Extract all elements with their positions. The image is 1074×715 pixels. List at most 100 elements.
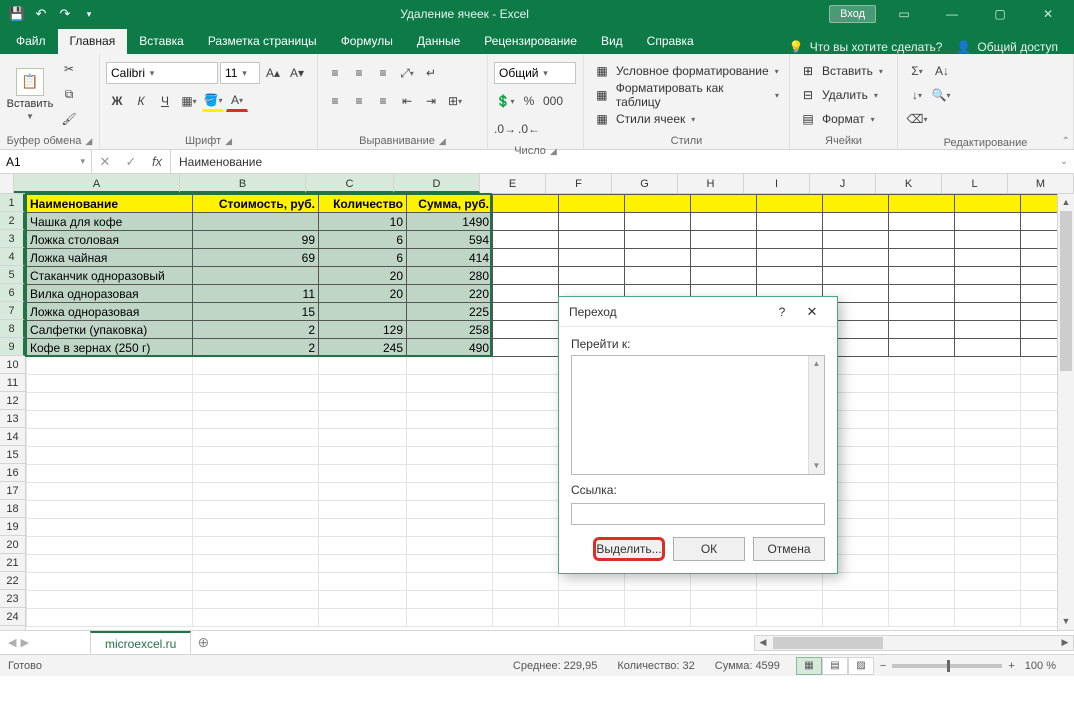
align-top-icon[interactable]: ≡ bbox=[324, 62, 346, 84]
expand-formula-bar-icon[interactable]: ⌄ bbox=[1054, 150, 1074, 173]
minimize-icon[interactable]: — bbox=[932, 0, 972, 28]
dialog-launcher-icon[interactable]: ◢ bbox=[550, 146, 557, 157]
find-icon[interactable]: 🔍▾ bbox=[930, 84, 952, 106]
cell[interactable] bbox=[493, 267, 559, 285]
cell[interactable] bbox=[319, 411, 407, 429]
row-header[interactable]: 2 bbox=[0, 212, 25, 230]
name-box[interactable]: A1▾ bbox=[0, 150, 92, 173]
column-header[interactable]: F bbox=[546, 174, 612, 193]
cell[interactable] bbox=[407, 537, 493, 555]
cell[interactable] bbox=[493, 231, 559, 249]
cell[interactable] bbox=[493, 591, 559, 609]
cell[interactable] bbox=[955, 375, 1021, 393]
cell[interactable] bbox=[407, 465, 493, 483]
scroll-down-icon[interactable]: ▼ bbox=[1058, 613, 1074, 630]
row-header[interactable]: 5 bbox=[0, 266, 25, 284]
cell[interactable] bbox=[193, 591, 319, 609]
cell[interactable] bbox=[319, 303, 407, 321]
cell[interactable] bbox=[493, 357, 559, 375]
tab-insert[interactable]: Вставка bbox=[127, 29, 196, 54]
format-cells-button[interactable]: ▤Формат▾ bbox=[796, 108, 879, 130]
cell[interactable] bbox=[193, 267, 319, 285]
align-right-icon[interactable]: ≡ bbox=[372, 90, 394, 112]
cell[interactable] bbox=[955, 483, 1021, 501]
cancel-button[interactable]: Отмена bbox=[753, 537, 825, 561]
cell[interactable] bbox=[889, 465, 955, 483]
decrease-font-icon[interactable]: A▾ bbox=[286, 62, 308, 84]
cell[interactable] bbox=[889, 213, 955, 231]
number-format-combo[interactable]: Общий▾ bbox=[494, 62, 576, 84]
zoom-in-icon[interactable]: + bbox=[1008, 660, 1014, 672]
cell[interactable] bbox=[27, 501, 193, 519]
tab-review[interactable]: Рецензирование bbox=[472, 29, 589, 54]
cell[interactable] bbox=[889, 339, 955, 357]
cell[interactable] bbox=[955, 357, 1021, 375]
cell[interactable] bbox=[407, 609, 493, 627]
cell[interactable] bbox=[493, 339, 559, 357]
cell[interactable] bbox=[493, 609, 559, 627]
align-left-icon[interactable]: ≡ bbox=[324, 90, 346, 112]
cell[interactable] bbox=[319, 357, 407, 375]
cell[interactable] bbox=[955, 195, 1021, 213]
cell[interactable] bbox=[319, 519, 407, 537]
cell[interactable] bbox=[319, 483, 407, 501]
cell[interactable] bbox=[889, 249, 955, 267]
increase-indent-icon[interactable]: ⇥ bbox=[420, 90, 442, 112]
accept-formula-icon[interactable]: ✓ bbox=[118, 154, 144, 170]
vertical-scrollbar[interactable]: ▲ ▼ bbox=[1057, 194, 1074, 630]
cell[interactable] bbox=[625, 609, 691, 627]
conditional-formatting-button[interactable]: ▦Условное форматирование▾ bbox=[590, 60, 783, 82]
cell[interactable] bbox=[407, 501, 493, 519]
cell[interactable] bbox=[955, 429, 1021, 447]
cell[interactable] bbox=[823, 231, 889, 249]
cell[interactable] bbox=[823, 267, 889, 285]
cell[interactable] bbox=[823, 573, 889, 591]
cell[interactable]: 6 bbox=[319, 231, 407, 249]
cell[interactable] bbox=[823, 591, 889, 609]
paste-button[interactable]: 📋 Вставить ▼ bbox=[6, 68, 54, 121]
cell[interactable] bbox=[691, 231, 757, 249]
collapse-ribbon-icon[interactable]: ⌃ bbox=[1062, 136, 1070, 147]
cell[interactable] bbox=[757, 231, 823, 249]
column-header[interactable]: C bbox=[306, 174, 394, 193]
increase-font-icon[interactable]: A▴ bbox=[262, 62, 284, 84]
font-name-combo[interactable]: Calibri▾ bbox=[106, 62, 218, 84]
tab-file[interactable]: Файл bbox=[4, 29, 58, 54]
borders-icon[interactable]: ▦▾ bbox=[178, 90, 200, 112]
cell[interactable] bbox=[319, 537, 407, 555]
cell[interactable]: Наименование bbox=[27, 195, 193, 213]
cell[interactable] bbox=[319, 501, 407, 519]
bold-button[interactable]: Ж bbox=[106, 90, 128, 112]
cell[interactable]: Ложка столовая bbox=[27, 231, 193, 249]
select-all-corner[interactable] bbox=[0, 174, 14, 194]
cell[interactable] bbox=[193, 393, 319, 411]
cell[interactable] bbox=[319, 465, 407, 483]
cell[interactable] bbox=[493, 501, 559, 519]
column-header[interactable]: K bbox=[876, 174, 942, 193]
formula-input[interactable]: Наименование bbox=[171, 150, 1054, 173]
italic-button[interactable]: К bbox=[130, 90, 152, 112]
add-sheet-icon[interactable]: ⊕ bbox=[191, 634, 215, 651]
zoom-level[interactable]: 100 % bbox=[1025, 660, 1056, 672]
column-header[interactable]: D bbox=[394, 174, 480, 193]
cell[interactable] bbox=[493, 195, 559, 213]
cell[interactable] bbox=[407, 393, 493, 411]
cell[interactable] bbox=[493, 213, 559, 231]
cell[interactable] bbox=[625, 195, 691, 213]
cell[interactable] bbox=[955, 321, 1021, 339]
decrease-decimal-icon[interactable]: .0← bbox=[518, 118, 540, 140]
cell[interactable] bbox=[493, 411, 559, 429]
cell[interactable] bbox=[955, 339, 1021, 357]
cell[interactable] bbox=[407, 375, 493, 393]
cell[interactable]: 225 bbox=[407, 303, 493, 321]
cell[interactable] bbox=[955, 393, 1021, 411]
cell[interactable] bbox=[955, 267, 1021, 285]
login-button[interactable]: Вход bbox=[829, 5, 876, 23]
horizontal-scrollbar[interactable]: ◀ ▶ bbox=[754, 635, 1074, 651]
scrollbar-thumb[interactable] bbox=[773, 637, 883, 649]
cell[interactable] bbox=[955, 249, 1021, 267]
cell[interactable] bbox=[889, 591, 955, 609]
cell[interactable]: 414 bbox=[407, 249, 493, 267]
cell[interactable] bbox=[889, 231, 955, 249]
cell[interactable] bbox=[757, 249, 823, 267]
